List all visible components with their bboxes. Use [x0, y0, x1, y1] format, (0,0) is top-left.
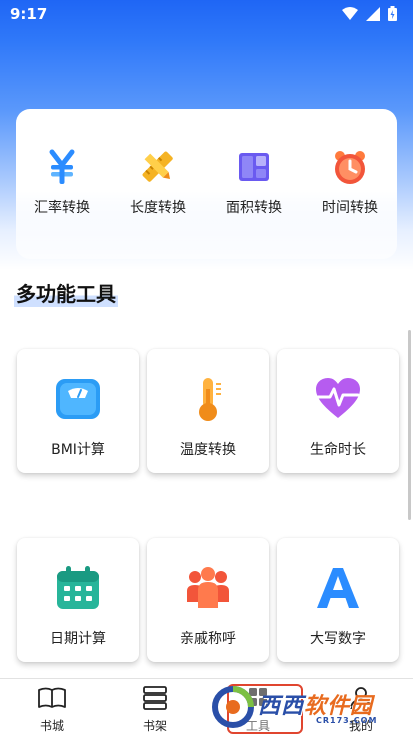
tool-temperature[interactable]: 温度转换 [147, 349, 269, 473]
family-people-icon [187, 567, 229, 608]
bookshelf-icon [143, 686, 167, 710]
ruler-pencil-icon [142, 151, 173, 182]
heart-pulse-icon [316, 378, 360, 418]
signal-icon [366, 6, 380, 21]
wifi-icon [342, 6, 358, 20]
section-title: 多功能工具 [14, 278, 118, 307]
converter-area[interactable]: 面积转换 [208, 147, 300, 217]
currency-yen-icon [49, 149, 75, 184]
nav-bookshelf[interactable]: 书架 [115, 685, 195, 734]
tool-label: 温度转换 [180, 442, 236, 458]
weight-scale-icon [56, 379, 100, 419]
status-icons [342, 6, 397, 21]
converter-currency[interactable]: 汇率转换 [16, 147, 108, 217]
watermark-logo-icon [212, 686, 254, 728]
status-bar: 9:17 [0, 0, 413, 30]
tool-label: 日期计算 [50, 631, 106, 647]
converter-card: 汇率转换 长度转换 面积转换 时间转换 [16, 109, 397, 259]
alarm-clock-icon [335, 151, 365, 184]
tool-label: 大写数字 [310, 631, 366, 647]
letter-a-icon [317, 568, 359, 608]
tool-relatives[interactable]: 亲戚称呼 [147, 538, 269, 662]
tool-lifespan[interactable]: 生命时长 [277, 349, 399, 473]
nav-label: 书架 [142, 719, 167, 733]
tool-uppercase-number[interactable]: 大写数字 [277, 538, 399, 662]
converter-length[interactable]: 长度转换 [112, 147, 204, 217]
tool-date[interactable]: 日期计算 [17, 538, 139, 662]
converter-label: 长度转换 [130, 200, 186, 216]
converter-label: 汇率转换 [34, 200, 90, 216]
open-book-icon [38, 687, 66, 708]
watermark-subtext: CR173.COM [316, 716, 378, 725]
calendar-icon [57, 566, 99, 609]
converter-label: 面积转换 [226, 200, 282, 216]
watermark: 西西软件园 CR173.COM [212, 684, 397, 734]
nav-bookstore[interactable]: 书城 [12, 685, 92, 734]
area-blocks-icon [239, 153, 269, 181]
converter-label: 时间转换 [322, 200, 378, 216]
watermark-text-1: 西西 [258, 694, 305, 719]
nav-label: 书城 [39, 719, 64, 733]
converter-time[interactable]: 时间转换 [304, 147, 396, 217]
tool-label: 亲戚称呼 [180, 631, 236, 647]
status-time: 9:17 [10, 5, 48, 23]
tool-label: BMI计算 [51, 442, 105, 458]
thermometer-icon [199, 378, 221, 421]
tool-bmi[interactable]: BMI计算 [17, 349, 139, 473]
scrollbar[interactable] [408, 330, 411, 520]
tool-label: 生命时长 [310, 442, 366, 458]
battery-icon [388, 6, 397, 21]
